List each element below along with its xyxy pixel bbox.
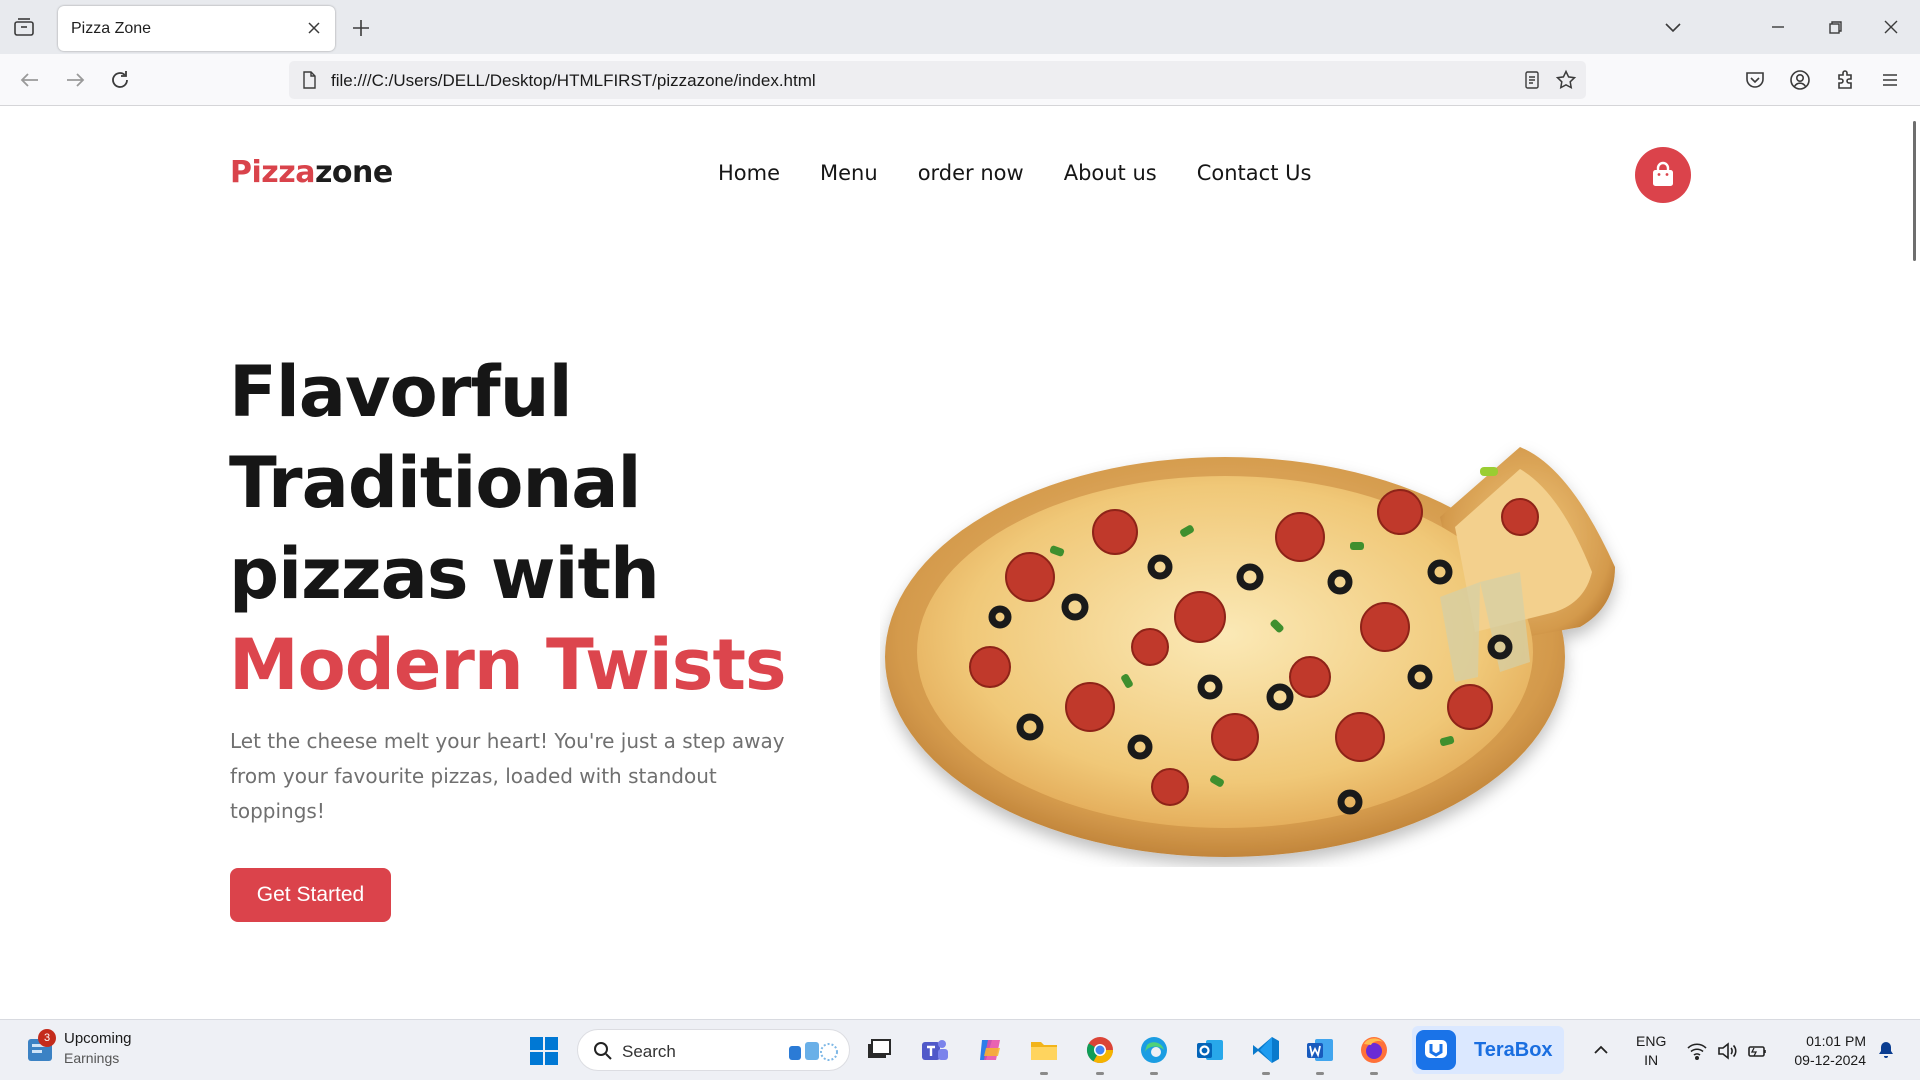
url-text[interactable]: file:///C:/Users/DELL/Desktop/HTMLFIRST/… [331,71,816,91]
chrome-icon[interactable] [1084,1034,1116,1066]
url-bar[interactable]: file:///C:/Users/DELL/Desktop/HTMLFIRST/… [289,61,1586,99]
reader-view-icon[interactable] [1521,69,1543,91]
speaker-icon[interactable] [1716,1040,1738,1062]
terabox-label: TeraBox [1474,1039,1553,1061]
page-viewport: Pizzazone Home Menu order now About us C… [0,107,1920,1019]
battery-icon[interactable] [1746,1040,1768,1062]
get-started-button[interactable]: Get Started [230,868,391,922]
hero-heading: Flavorful Traditional pizzas with Modern… [229,347,849,711]
pizza-image [885,447,1615,857]
nav-home[interactable]: Home [718,161,780,185]
close-window-icon[interactable] [1878,14,1904,40]
browser-tab-bar: Pizza Zone [0,0,1920,54]
widget-subtitle: Earnings [64,1050,120,1066]
clock-time: 01:01 PM [1806,1033,1866,1049]
word-running-indicator [1316,1072,1324,1075]
file-explorer-icon[interactable] [1028,1034,1060,1066]
nav-menu[interactable]: Menu [820,161,878,185]
widget-badge: 3 [38,1029,56,1047]
bell-icon[interactable] [1876,1040,1896,1060]
terabox-app[interactable]: TeraBox [1412,1026,1564,1074]
search-highlight-icon [789,1042,838,1061]
hero-line-3: pizzas with [229,533,660,615]
star-icon[interactable] [1555,69,1577,91]
menu-icon[interactable] [1876,66,1904,94]
chrome-running-indicator [1096,1072,1104,1075]
browser-toolbar: file:///C:/Users/DELL/Desktop/HTMLFIRST/… [0,54,1920,106]
hero-line-1: Flavorful [229,351,573,433]
task-view-icon[interactable] [862,1034,894,1066]
nav-contact-us[interactable]: Contact Us [1197,161,1312,185]
close-icon[interactable] [303,17,325,39]
account-icon[interactable] [1786,66,1814,94]
clock-date: 09-12-2024 [1794,1052,1866,1068]
taskbar-clock[interactable]: 01:01 PM 09-12-2024 [1780,1032,1866,1070]
back-arrow-icon[interactable] [16,66,44,94]
language-indicator[interactable]: ENG IN [1636,1032,1666,1070]
plus-icon[interactable] [349,16,373,40]
page-icon [303,71,316,89]
firefox-running-indicator [1370,1072,1378,1075]
logo-part-pizza: Pizza [230,155,315,190]
file-explorer-running-indicator [1040,1072,1048,1075]
reload-icon[interactable] [106,66,134,94]
shopping-bag-icon [1653,161,1673,186]
search-icon [594,1042,612,1060]
terabox-logo-icon [1425,1040,1447,1058]
vscode-running-indicator [1262,1072,1270,1075]
copilot-icon[interactable] [974,1034,1006,1066]
cart-button[interactable] [1635,147,1691,203]
outlook-icon[interactable] [1194,1034,1226,1066]
windows-taskbar: 3 Upcoming Earnings Search TeraBox ENG I… [0,1019,1920,1080]
firefox-icon[interactable] [1358,1034,1390,1066]
edge-running-indicator [1150,1072,1158,1075]
minimize-icon[interactable] [1765,14,1791,40]
page-scrollbar[interactable] [1913,121,1916,261]
pocket-icon[interactable] [1741,66,1769,94]
windows-start-icon[interactable] [529,1036,559,1066]
tab-title: Pizza Zone [71,20,152,37]
vscode-icon[interactable] [1250,1034,1282,1066]
word-icon[interactable] [1304,1034,1336,1066]
language-region: IN [1644,1052,1659,1068]
hero-subtitle: Let the cheese melt your heart! You're j… [230,729,785,823]
nav-about-us[interactable]: About us [1064,161,1157,185]
hero-line-accent: Modern Twists [229,624,787,706]
chevron-down-icon[interactable] [1660,14,1686,40]
terabox-icon [1416,1030,1456,1070]
taskbar-search[interactable]: Search [577,1029,850,1071]
restore-icon[interactable] [1822,14,1848,40]
extensions-icon[interactable] [1831,66,1859,94]
chevron-up-icon[interactable] [1591,1040,1611,1060]
language-code: ENG [1636,1033,1667,1049]
site-nav: Home Menu order now About us Contact Us [718,161,1311,185]
wifi-icon[interactable] [1686,1040,1708,1062]
hero-line-2: Traditional [229,442,642,524]
edge-icon[interactable] [1138,1034,1170,1066]
nav-order-now[interactable]: order now [918,161,1024,185]
teams-icon[interactable] [918,1034,950,1066]
widget-title: Upcoming [64,1030,132,1047]
browser-tab-active[interactable]: Pizza Zone [58,6,335,51]
site-logo[interactable]: Pizzazone [230,155,393,190]
tab-list-icon[interactable] [12,15,36,39]
logo-part-zone: zone [314,155,393,190]
forward-arrow-icon[interactable] [61,66,89,94]
search-placeholder: Search [622,1042,676,1061]
